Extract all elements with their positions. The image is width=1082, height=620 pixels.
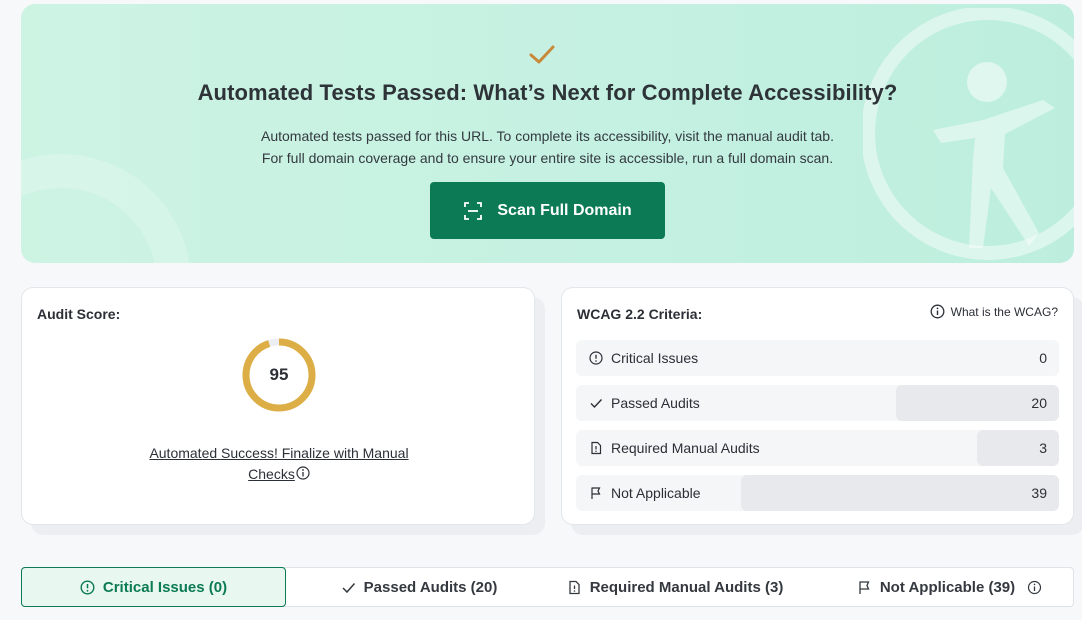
tab-label: Passed Audits (20) [363,578,498,596]
check-icon [590,399,603,409]
info-icon[interactable] [296,466,310,480]
document-alert-icon [591,441,602,455]
scan-full-domain-label: Scan Full Domain [497,201,632,219]
check-icon [529,45,555,64]
wcag-row-label: Required Manual Audits [611,440,760,456]
info-icon[interactable] [1027,580,1042,595]
audit-score-card: Audit Score: 95 Automated Success! Final… [21,287,535,525]
tab-not-applicable[interactable]: Not Applicable (39) [837,567,1062,607]
results-tab-bar: Critical Issues (0) Passed Audits (20) R… [21,567,1074,607]
document-alert-icon [569,580,580,594]
wcag-criteria-card: WCAG 2.2 Criteria: What is the WCAG? Cri… [561,287,1074,525]
what-is-wcag-link[interactable]: What is the WCAG? [930,304,1058,319]
flag-icon [591,487,601,499]
wcag-row-critical-issues[interactable]: Critical Issues 0 [576,340,1059,376]
tab-label: Required Manual Audits (3) [589,578,784,596]
tab-critical-issues[interactable]: Critical Issues (0) [21,567,286,607]
alert-circle-icon [80,579,95,595]
banner-title: Automated Tests Passed: What’s Next for … [197,80,898,105]
wcag-row-label: Passed Audits [611,395,700,411]
wcag-row-passed-audits[interactable]: Passed Audits 20 [576,385,1059,421]
scan-full-domain-button[interactable]: Scan Full Domain [430,182,665,239]
wcag-row-label: Not Applicable [611,485,701,501]
tab-passed-audits[interactable]: Passed Audits (20) [319,567,519,607]
banner-description-line-2: For full domain coverage and to ensure y… [261,150,834,166]
alert-circle-icon [589,351,603,365]
wcag-row-value: 0 [1039,350,1047,366]
wcag-row-value: 39 [1031,485,1047,501]
banner-description-line-1: Automated tests passed for this URL. To … [261,128,834,144]
scan-icon [464,201,483,220]
audit-score-value: 95 [269,365,289,384]
what-is-wcag-label: What is the WCAG? [950,304,1058,319]
wcag-row-label: Critical Issues [611,350,699,366]
audit-link-line-1: Automated Success! Finalize with Manual [149,445,409,461]
audit-score-label: Audit Score: [37,306,121,322]
tab-required-manual-audits[interactable]: Required Manual Audits (3) [555,567,795,607]
wcag-row-required-manual-audits[interactable]: Required Manual Audits 3 [576,430,1059,466]
info-icon [930,304,945,319]
hero-banner: Automated Tests Passed: What’s Next for … [21,4,1074,263]
finalize-manual-checks-link[interactable]: Automated Success! Finalize with Manual … [122,443,436,485]
wcag-row-fill [741,475,1059,511]
wcag-row-not-applicable[interactable]: Not Applicable 39 [576,475,1059,511]
wcag-criteria-label: WCAG 2.2 Criteria: [577,306,703,322]
audit-link-line-2: Checks [248,466,295,482]
check-icon [342,582,355,593]
wcag-row-value: 3 [1039,440,1047,456]
tab-label: Not Applicable (39) [879,578,1016,596]
tab-label: Critical Issues (0) [102,578,228,596]
wcag-row-value: 20 [1031,395,1047,411]
decorative-circle [21,154,191,263]
flag-icon [859,580,870,594]
